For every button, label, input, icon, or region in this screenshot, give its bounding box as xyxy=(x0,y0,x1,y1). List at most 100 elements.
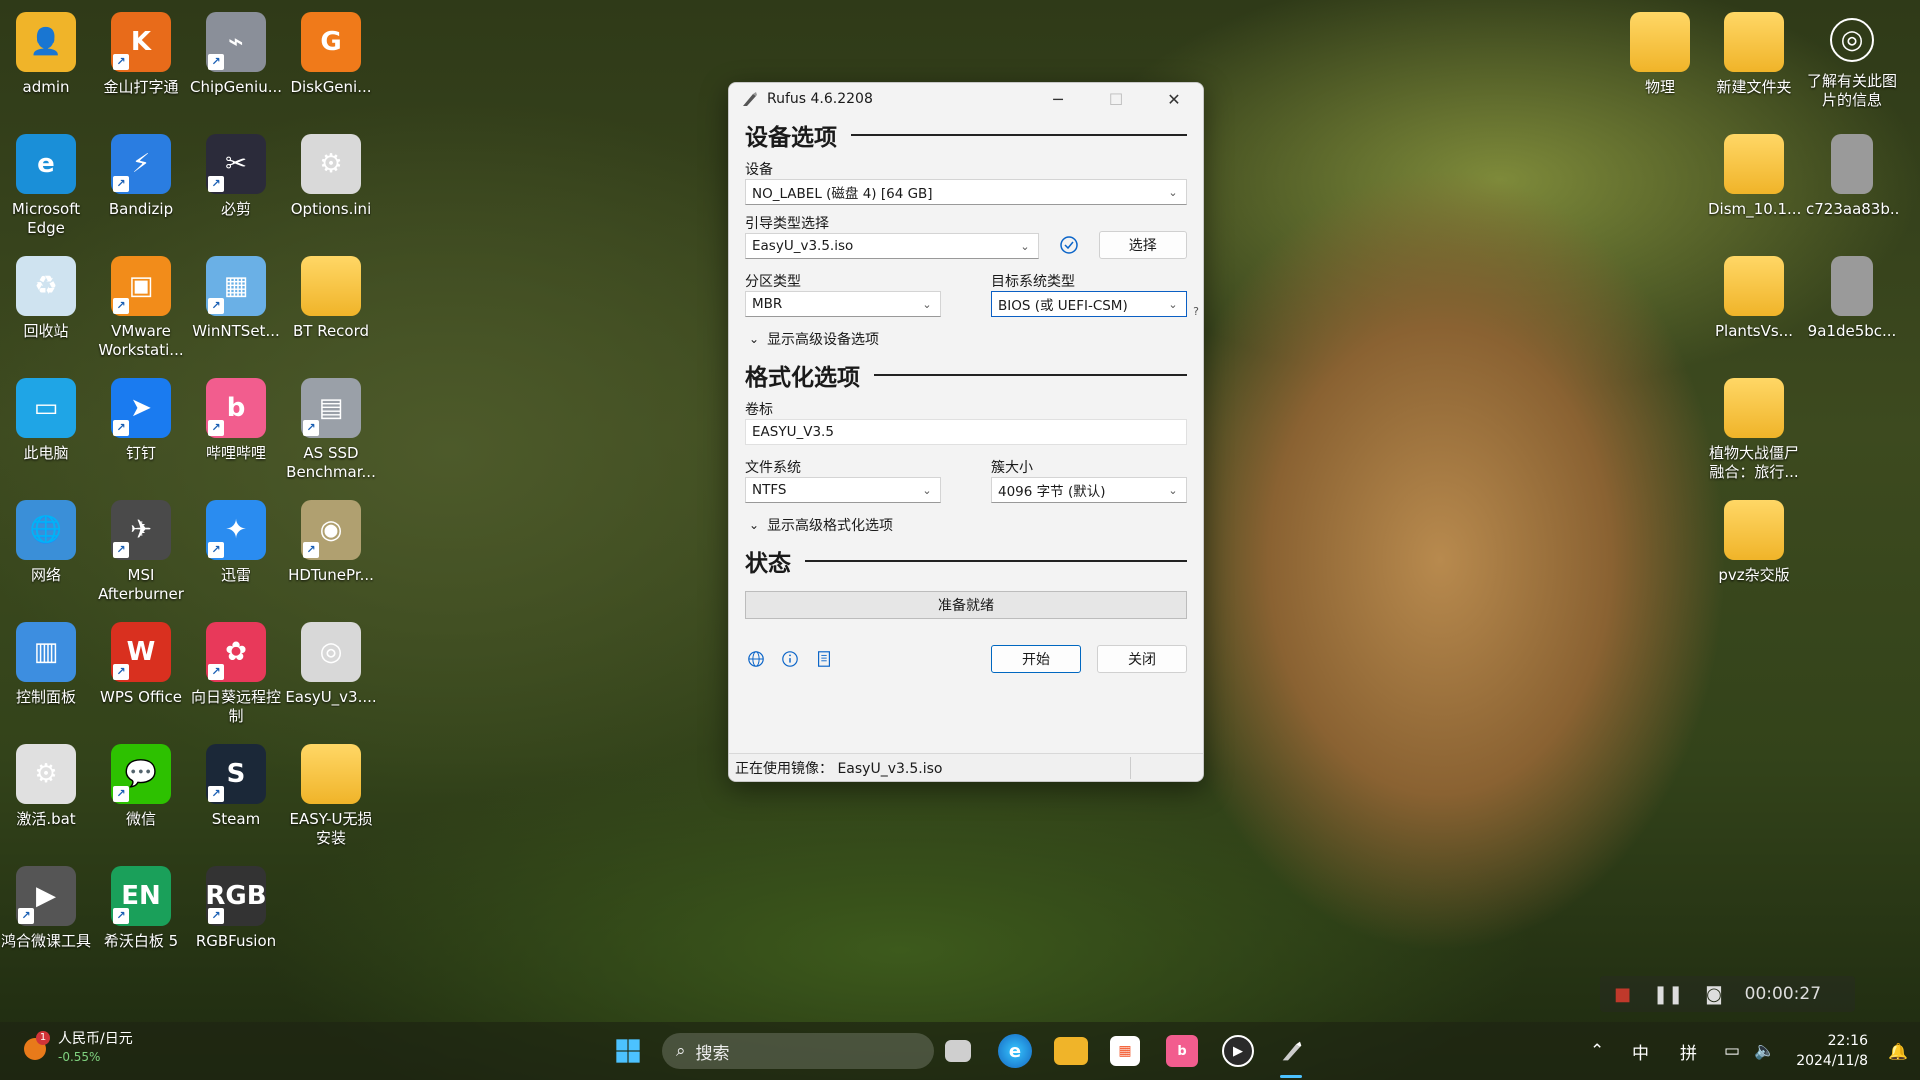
desktop-icon[interactable]: EN ↗ 希沃白板 5 xyxy=(95,862,187,980)
section-divider xyxy=(874,374,1187,376)
desktop-icon[interactable]: ▥ 控制面板 xyxy=(0,618,92,736)
cluster-size-value: 4096 字节 (默认) xyxy=(998,484,1106,500)
select-image-button[interactable]: 选择 xyxy=(1098,231,1187,259)
maximize-button[interactable]: ☐ xyxy=(1087,83,1145,115)
desktop-icon-label: 控制面板 xyxy=(15,688,76,706)
info-icon[interactable] xyxy=(779,648,801,670)
desktop-icon[interactable]: G DiskGeni... xyxy=(285,8,377,126)
title-bar[interactable]: Rufus 4.6.2208 ─ ☐ ✕ xyxy=(729,83,1203,115)
desktop-icon[interactable]: ▤ ↗ AS SSD Benchmar... xyxy=(285,374,377,492)
desktop-icon[interactable]: e Microsoft Edge xyxy=(0,130,92,248)
desktop-icon[interactable]: b ↗ 哔哩哔哩 xyxy=(190,374,282,492)
close-window-button[interactable]: ✕ xyxy=(1145,83,1203,115)
recording-timer: 00:00:27 xyxy=(1744,984,1822,1004)
desktop-icon[interactable]: RGB ↗ RGBFusion xyxy=(190,862,282,980)
task-view-icon[interactable] xyxy=(945,1040,971,1062)
boot-selection-dropdown[interactable]: EasyU_v3.5.iso ⌄ xyxy=(745,233,1039,259)
media-player-icon[interactable]: ▶ xyxy=(1222,1035,1254,1067)
desktop-icon[interactable]: ◎ 了解有关此图片的信息 xyxy=(1806,8,1898,126)
desktop-icon[interactable]: pvz杂交版 xyxy=(1708,496,1800,614)
advanced-device-toggle[interactable]: ⌄ 显示高级设备选项 xyxy=(745,329,1187,349)
cluster-size-dropdown[interactable]: 4096 字节 (默认) ⌄ xyxy=(991,477,1187,503)
desktop-icon[interactable]: 💬 ↗ 微信 xyxy=(95,740,187,858)
start-button[interactable]: 开始 xyxy=(991,645,1081,673)
desktop-icon[interactable]: ▭ 此电脑 xyxy=(0,374,92,492)
pause-icon[interactable]: ❚❚ xyxy=(1653,984,1683,1005)
desktop-icon-label: 此电脑 xyxy=(23,444,69,462)
desktop-icon[interactable]: ♻ 回收站 xyxy=(0,252,92,370)
taskbar-clock[interactable]: 22:16 2024/11/8 xyxy=(1796,1031,1868,1071)
desktop-icon[interactable]: ⌁ ↗ ChipGeniu... xyxy=(190,8,282,126)
app-icon: ▤ ↗ xyxy=(301,378,361,438)
desktop-icon[interactable]: ✦ ↗ 迅雷 xyxy=(190,496,282,614)
minimize-button[interactable]: ─ xyxy=(1029,83,1087,115)
desktop-icon[interactable]: 物理 xyxy=(1614,8,1706,126)
desktop-icon[interactable]: ▣ ↗ VMware Workstati... xyxy=(95,252,187,370)
help-icon[interactable]: ? xyxy=(1193,305,1199,318)
desktop-icon[interactable]: 9a1de5bc... xyxy=(1806,252,1898,370)
desktop-icon[interactable]: ▶ ↗ 鸿合微课工具 xyxy=(0,862,92,980)
desktop-icon[interactable]: ➤ ↗ 钉钉 xyxy=(95,374,187,492)
language-globe-icon[interactable] xyxy=(745,648,767,670)
start-button-windows-icon[interactable] xyxy=(608,1031,648,1071)
app-icon: ✿ ↗ xyxy=(206,622,266,682)
store-icon[interactable]: ▦ xyxy=(1110,1036,1140,1066)
desktop-icon[interactable]: ▦ ↗ WinNTSet... xyxy=(190,252,282,370)
widget-change: -0.55% xyxy=(58,1050,101,1064)
section-divider xyxy=(805,560,1187,562)
advanced-format-toggle[interactable]: ⌄ 显示高级格式化选项 xyxy=(745,515,1187,535)
desktop-icon[interactable]: 👤 admin xyxy=(0,8,92,126)
desktop-icon[interactable]: ⚙ 激活.bat xyxy=(0,740,92,858)
check-hash-icon[interactable] xyxy=(1057,233,1081,257)
desktop-icon[interactable]: ◉ ↗ HDTunePr... xyxy=(285,496,377,614)
desktop-icon[interactable]: K ↗ 金山打字通 xyxy=(95,8,187,126)
shortcut-arrow-icon: ↗ xyxy=(208,420,224,436)
desktop-icon[interactable]: c723aa83b... xyxy=(1806,130,1898,248)
desktop-icon[interactable]: ✿ ↗ 向日葵远程控制 xyxy=(190,618,282,736)
partition-scheme-dropdown[interactable]: MBR ⌄ xyxy=(745,291,941,317)
desktop-icon[interactable]: 新建文件夹 xyxy=(1708,8,1800,126)
desktop-icon[interactable]: ✈ ↗ MSI Afterburner xyxy=(95,496,187,614)
desktop-icon[interactable]: BT Record xyxy=(285,252,377,370)
desktop-icon[interactable]: ✂ ↗ 必剪 xyxy=(190,130,282,248)
notification-bell-icon[interactable]: 🔔 xyxy=(1888,1022,1908,1080)
desktop-icon[interactable]: W ↗ WPS Office xyxy=(95,618,187,736)
file-system-dropdown[interactable]: NTFS ⌄ xyxy=(745,477,941,503)
app-icon: ▶ ↗ xyxy=(16,866,76,926)
rufus-taskbar-icon[interactable] xyxy=(1276,1035,1308,1067)
device-dropdown[interactable]: NO_LABEL (磁盘 4) [64 GB] ⌄ xyxy=(745,179,1187,205)
close-button[interactable]: 关闭 xyxy=(1097,645,1187,673)
file-explorer-icon[interactable] xyxy=(1054,1037,1088,1065)
desktop-icon[interactable]: S ↗ Steam xyxy=(190,740,282,858)
desktop-icon[interactable]: 🌐 网络 xyxy=(0,496,92,614)
desktop-icon[interactable]: EASY-U无损安装 xyxy=(285,740,377,858)
device-section-header: 设备选项 xyxy=(745,119,1187,151)
desktop-icon[interactable]: Dism_10.1... xyxy=(1708,130,1800,248)
ime-mode[interactable]: 拼 xyxy=(1680,1022,1697,1080)
volume-label-input[interactable]: EASYU_V3.5 xyxy=(745,419,1187,445)
target-system-label: 目标系统类型 xyxy=(991,274,1075,290)
network-icon[interactable]: ▭ xyxy=(1724,1022,1740,1080)
tray-overflow-icon[interactable]: ⌃ xyxy=(1590,1022,1604,1080)
shortcut-arrow-icon: ↗ xyxy=(113,786,129,802)
desktop-icon-label: 迅雷 xyxy=(220,566,251,584)
desktop-icon[interactable]: 植物大战僵尸融合：旅行... xyxy=(1708,374,1800,492)
target-system-dropdown[interactable]: BIOS (或 UEFI-CSM) ⌄ xyxy=(991,291,1187,317)
widget-weather[interactable]: 1 人民币/日元 -0.55% xyxy=(22,1030,133,1066)
log-icon[interactable] xyxy=(813,648,835,670)
record-icon[interactable]: ■ xyxy=(1614,984,1631,1005)
desktop-icon[interactable]: ◎ EasyU_v3.... xyxy=(285,618,377,736)
volume-icon[interactable]: 🔈 xyxy=(1754,1022,1775,1080)
ime-language[interactable]: 中 xyxy=(1632,1022,1649,1080)
desktop-icon[interactable]: ⚡ ↗ Bandizip xyxy=(95,130,187,248)
bilibili-taskbar-icon[interactable]: b xyxy=(1166,1035,1198,1067)
desktop-icon[interactable]: PlantsVs... xyxy=(1708,252,1800,370)
search-placeholder: 搜索 xyxy=(695,1043,730,1064)
taskbar-search[interactable]: ⌕ 搜索 xyxy=(662,1033,934,1069)
desktop-icon-label: PlantsVs... xyxy=(1715,322,1793,340)
desktop-icon-label: 了解有关此图片的信息 xyxy=(1806,72,1897,109)
camera-icon[interactable]: ◙ xyxy=(1705,984,1722,1005)
folder-icon xyxy=(1724,500,1784,560)
desktop-icon[interactable]: ⚙ Options.ini xyxy=(285,130,377,248)
edge-taskbar-icon[interactable]: e xyxy=(998,1034,1032,1068)
